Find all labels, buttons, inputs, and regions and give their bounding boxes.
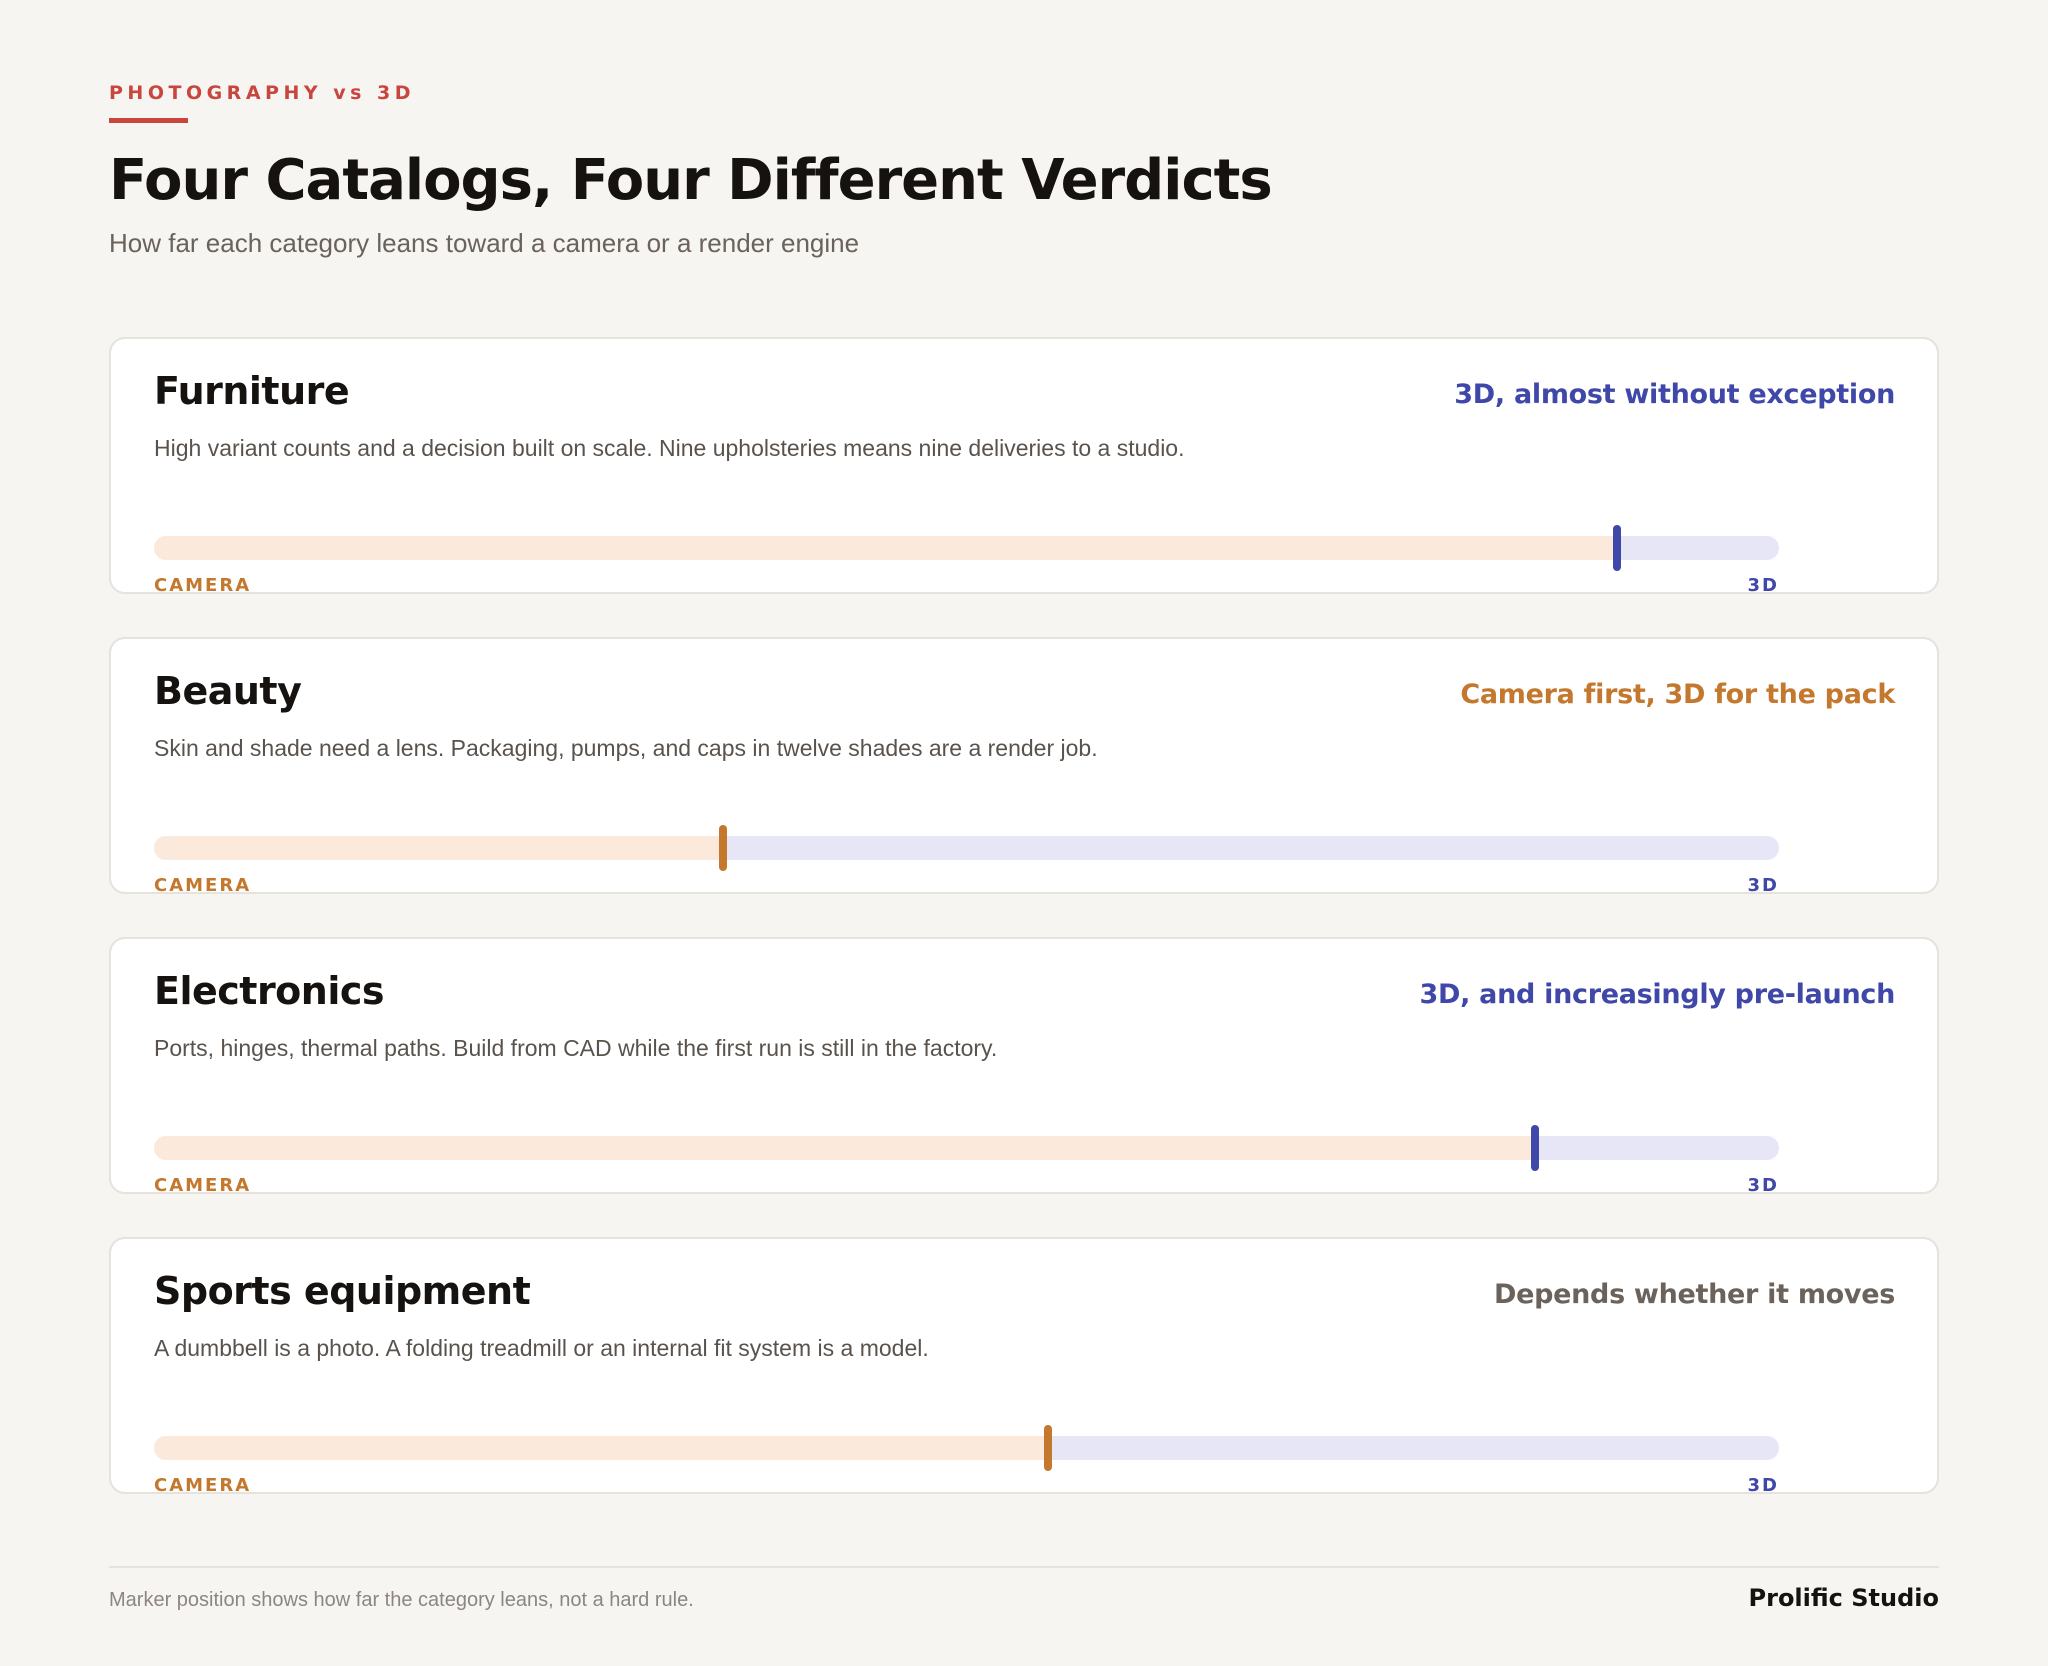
footer-note: Marker position shows how far the catego… [109, 1589, 694, 1611]
lean-track [154, 1436, 1779, 1460]
scale-label-3d: 3D [1747, 1475, 1779, 1494]
category-card: Sports equipment Depends whether it moves… [109, 1237, 1939, 1494]
lean-marker [1612, 525, 1621, 571]
category-description: High variant counts and a decision built… [154, 435, 1185, 461]
page-title: Four Catalogs, Four Different Verdicts [109, 148, 1273, 213]
eyebrow-label: PHOTOGRAPHY vs 3D [109, 82, 416, 104]
category-verdict: 3D, and increasingly pre-launch [1419, 979, 1896, 1010]
lean-track [154, 836, 1779, 860]
category-card: Beauty Camera first, 3D for the pack Skin … [109, 637, 1939, 894]
scale-label-camera: CAMERA [154, 1175, 252, 1194]
scale-label-camera: CAMERA [154, 575, 252, 594]
category-description: Ports, hinges, thermal paths. Build from… [154, 1035, 998, 1061]
category-name: Beauty [154, 669, 302, 713]
lean-marker [718, 825, 727, 871]
category-verdict: 3D, almost without exception [1454, 379, 1895, 410]
scale-label-3d: 3D [1747, 575, 1779, 594]
category-description: Skin and shade need a lens. Packaging, p… [154, 735, 1098, 761]
category-name: Electronics [154, 969, 385, 1013]
lean-track-camera-fill [154, 1436, 1048, 1460]
category-verdict: Camera first, 3D for the pack [1460, 679, 1895, 710]
category-card: Electronics 3D, and increasingly pre-laun… [109, 937, 1939, 1194]
lean-track-camera-fill [154, 536, 1617, 560]
category-name: Sports equipment [154, 1269, 531, 1313]
brand-name: Prolific Studio [1748, 1584, 1939, 1612]
scale-label-camera: CAMERA [154, 875, 252, 894]
category-name: Furniture [154, 369, 350, 413]
lean-track [154, 536, 1779, 560]
category-card: Furniture 3D, almost without exception Hig… [109, 337, 1939, 594]
lean-track-camera-fill [154, 836, 723, 860]
lean-track-camera-fill [154, 1136, 1536, 1160]
lean-marker [1043, 1425, 1052, 1471]
scale-label-3d: 3D [1747, 875, 1779, 894]
scale-label-3d: 3D [1747, 1175, 1779, 1194]
category-verdict: Depends whether it moves [1493, 1279, 1895, 1310]
eyebrow-underline [109, 118, 188, 123]
scale-label-camera: CAMERA [154, 1475, 252, 1494]
footer-divider [109, 1566, 1939, 1568]
category-description: A dumbbell is a photo. A folding treadmi… [154, 1335, 929, 1361]
page: PHOTOGRAPHY vs 3D Four Catalogs, Four Di… [109, 0, 1939, 1666]
lean-marker [1531, 1125, 1540, 1171]
page-subtitle: How far each category leans toward a cam… [109, 228, 860, 258]
